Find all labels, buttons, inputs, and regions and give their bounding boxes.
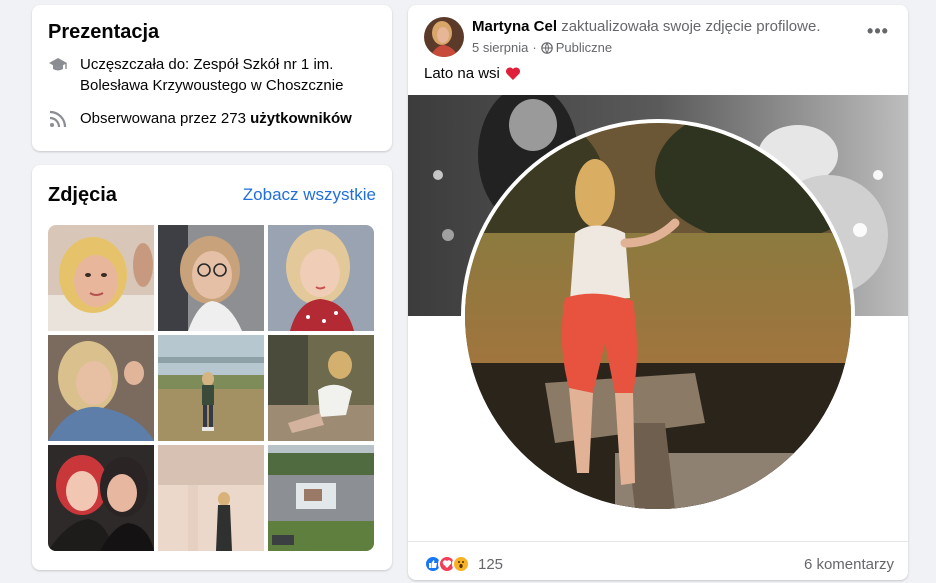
see-all-photos-link[interactable]: Zobacz wszystkie — [243, 185, 376, 205]
intro-school-text: Uczęszczała do: Zespół Szkół nr 1 im. Bo… — [80, 54, 343, 96]
intro-followers-row: Obserwowana przez 273 użytkowników — [48, 108, 376, 129]
intro-school-name-1[interactable]: Zespół Szkół nr 1 im. — [193, 56, 333, 73]
post-audience: Publiczne — [555, 40, 613, 55]
post-date[interactable]: 5 sierpnia — [472, 38, 528, 58]
more-options-icon[interactable]: ••• — [862, 19, 894, 43]
intro-title: Prezentacja — [48, 21, 160, 43]
globe-icon — [540, 42, 553, 54]
intro-followers-count: 273 — [220, 110, 246, 127]
post-action: zaktualizowała swoje zdjęcie profilowe. — [561, 18, 821, 35]
post-meta: Martyna Cel zaktualizowała swoje zdjęcie… — [472, 17, 821, 61]
photo-4[interactable] — [48, 335, 154, 441]
intro-card: Prezentacja Uczęszczała do: Zespół Szkół… — [32, 5, 392, 151]
photos-card: Zdjęcia Zobacz wszystkie — [32, 165, 392, 570]
photo-2[interactable] — [158, 225, 264, 331]
intro-followers-text: Obserwowana przez 273 użytkowników — [80, 108, 352, 129]
footer-divider — [408, 541, 908, 542]
post-footer: 125 6 komentarzy — [408, 541, 908, 579]
photos-grid — [48, 225, 374, 551]
post-subline: 5 sierpnia · Publiczne — [472, 38, 821, 58]
photo-8[interactable] — [158, 445, 264, 551]
reactions-count: 125 — [478, 555, 504, 573]
reactions-summary[interactable]: 125 — [424, 555, 503, 573]
wow-reaction-icon — [452, 555, 470, 573]
photos-title: Zdjęcia — [48, 183, 117, 206]
author-avatar[interactable] — [424, 17, 464, 57]
post-text: Lato na wsi — [424, 65, 521, 82]
post-separator: · — [532, 40, 537, 55]
post-card: Martyna Cel zaktualizowała swoje zdjęcie… — [408, 5, 908, 580]
intro-school-prefix: Uczęszczała do: — [80, 56, 194, 73]
photo-3[interactable] — [268, 225, 374, 331]
intro-followers-prefix: Obserwowana przez — [80, 110, 221, 127]
post-text-content: Lato na wsi — [424, 65, 500, 82]
photo-7[interactable] — [48, 445, 154, 551]
photo-9[interactable] — [268, 445, 374, 551]
heart-emoji-icon — [505, 67, 520, 80]
photo-6[interactable] — [268, 335, 374, 441]
rss-icon — [49, 110, 67, 128]
intro-school-row: Uczęszczała do: Zespół Szkół nr 1 im. Bo… — [48, 54, 376, 96]
post-header: Martyna Cel zaktualizowała swoje zdjęcie… — [424, 17, 894, 61]
profile-photo[interactable] — [465, 123, 851, 509]
comments-count-link[interactable]: 6 komentarzy — [804, 556, 894, 573]
intro-followers-link[interactable]: użytkowników — [250, 110, 352, 127]
intro-school-name-2[interactable]: Bolesława Krzywoustego w Choszcznie — [80, 77, 343, 94]
graduation-cap-icon — [49, 58, 67, 71]
photos-header: Zdjęcia Zobacz wszystkie — [48, 181, 376, 209]
photo-1[interactable] — [48, 225, 154, 331]
photo-5[interactable] — [158, 335, 264, 441]
author-name[interactable]: Martyna Cel — [472, 18, 557, 35]
